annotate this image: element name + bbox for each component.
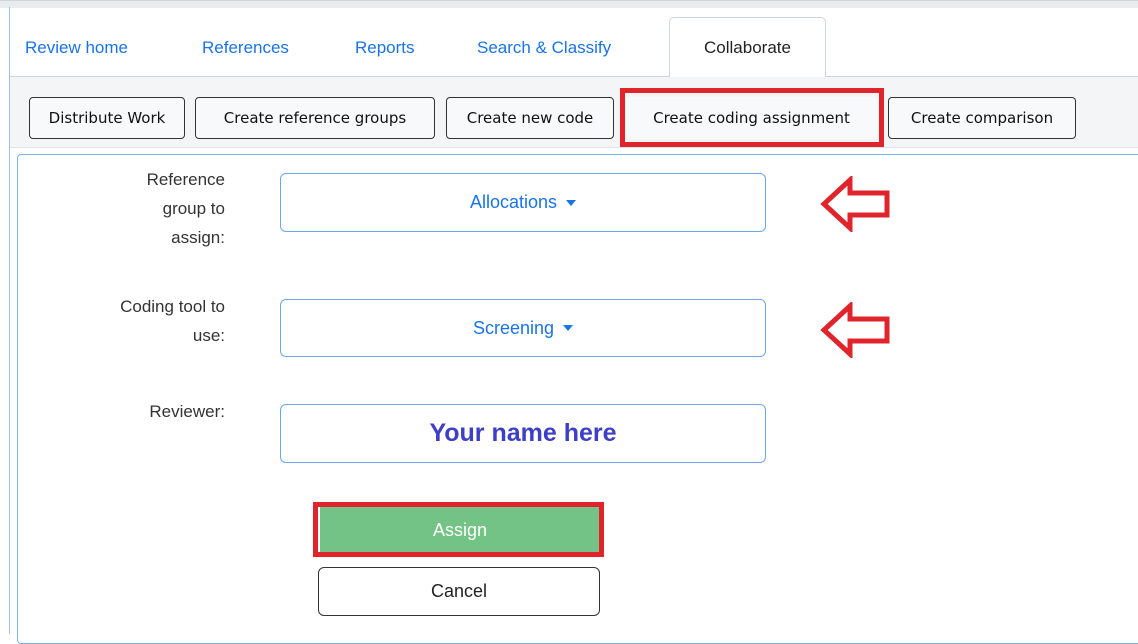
reference-group-label: Reference group to assign: bbox=[147, 165, 225, 252]
tab-collaborate[interactable]: Collaborate bbox=[669, 17, 826, 79]
left-arrow-annotation-icon bbox=[820, 302, 890, 358]
reviewer-name-field[interactable]: Your name here bbox=[280, 404, 766, 463]
reference-group-label-line-3: assign: bbox=[171, 228, 225, 247]
tab-reports[interactable]: Reports bbox=[355, 37, 415, 59]
reviewer-label: Reviewer: bbox=[149, 402, 225, 421]
coding-tool-label-line-2: use: bbox=[192, 326, 225, 345]
create-comparison-button[interactable]: Create comparison bbox=[888, 97, 1076, 139]
coding-tool-label-line-1: Coding tool to bbox=[120, 297, 225, 316]
tab-references[interactable]: References bbox=[202, 37, 289, 59]
distribute-work-button[interactable]: Distribute Work bbox=[29, 97, 185, 139]
coding-tool-dropdown[interactable]: Screening bbox=[280, 299, 766, 357]
tab-search-classify[interactable]: Search & Classify bbox=[477, 37, 611, 59]
create-reference-groups-button[interactable]: Create reference groups bbox=[195, 97, 435, 139]
reference-group-label-line-2: group to bbox=[162, 199, 225, 218]
caret-down-icon bbox=[566, 199, 577, 206]
highlight-assign-button bbox=[313, 502, 604, 557]
cancel-button[interactable]: Cancel bbox=[318, 567, 600, 616]
create-new-code-button[interactable]: Create new code bbox=[446, 97, 614, 139]
browser-top-strip bbox=[0, 0, 1138, 8]
tab-review-home[interactable]: Review home bbox=[25, 37, 128, 59]
coding-tool-value: Screening bbox=[472, 317, 555, 338]
reference-group-dropdown[interactable]: Allocations bbox=[280, 173, 766, 232]
reference-group-value: Allocations bbox=[469, 192, 558, 212]
left-arrow-annotation-icon bbox=[820, 176, 890, 232]
caret-down-icon bbox=[563, 325, 574, 331]
coding-tool-label: Coding tool to use: bbox=[120, 292, 225, 350]
reference-group-label-line-1: Reference bbox=[146, 170, 225, 189]
highlight-create-coding-assignment bbox=[620, 88, 884, 147]
